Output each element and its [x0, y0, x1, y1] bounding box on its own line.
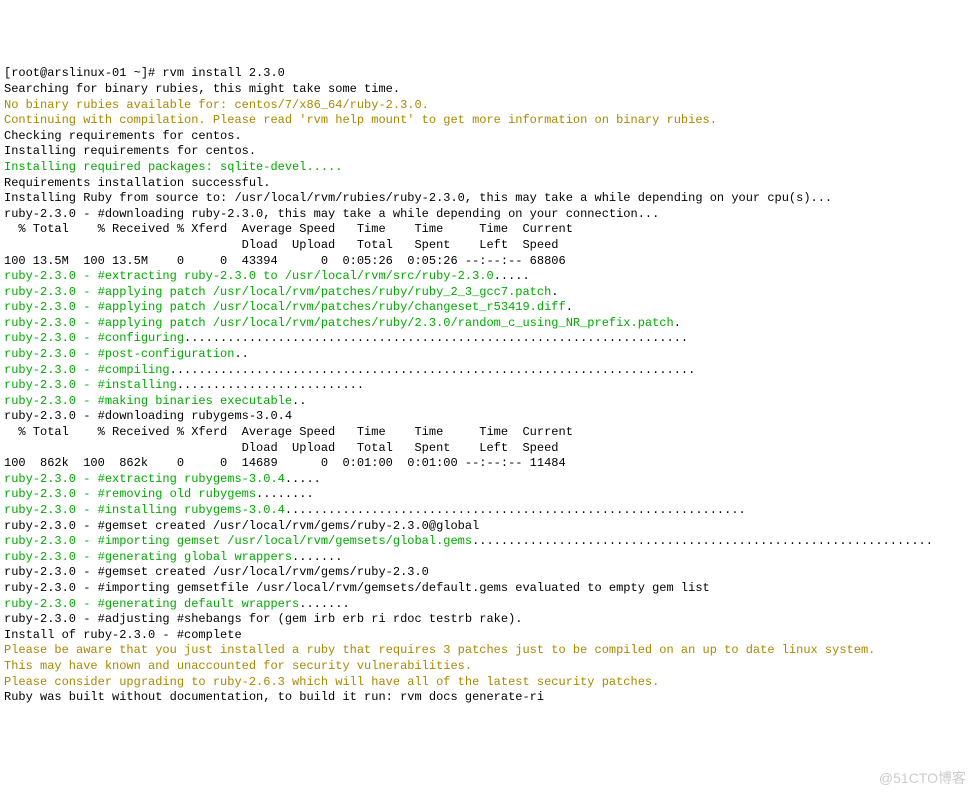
terminal-text-green: ruby-2.3.0 - #compiling [4, 363, 170, 377]
terminal-line: This may have known and unaccounted for … [4, 659, 974, 675]
terminal-line: ruby-2.3.0 - #downloading rubygems-3.0.4 [4, 409, 974, 425]
terminal-line: Searching for binary rubies, this might … [4, 82, 974, 98]
terminal-line: ruby-2.3.0 - #extracting ruby-2.3.0 to /… [4, 269, 974, 285]
terminal-line: ruby-2.3.0 - #removing old rubygems.....… [4, 487, 974, 503]
terminal-line: Dload Upload Total Spent Left Speed [4, 441, 974, 457]
terminal-line: Checking requirements for centos. [4, 129, 974, 145]
terminal-line: ruby-2.3.0 - #importing gemset /usr/loca… [4, 534, 974, 550]
terminal-text: . [674, 316, 681, 330]
terminal-line: ruby-2.3.0 - #generating default wrapper… [4, 597, 974, 613]
terminal-text: . [551, 285, 558, 299]
terminal-line: ruby-2.3.0 - #importing gemsetfile /usr/… [4, 581, 974, 597]
terminal-text: ....... [299, 597, 349, 611]
terminal-line: ruby-2.3.0 - #installing rubygems-3.0.4.… [4, 503, 974, 519]
terminal-line: ruby-2.3.0 - #compiling.................… [4, 363, 974, 379]
terminal-line: ruby-2.3.0 - #configuring...............… [4, 331, 974, 347]
terminal-text: ....... [292, 550, 342, 564]
terminal-text-green: ruby-2.3.0 - #generating global wrappers [4, 550, 292, 564]
terminal-text-green: ruby-2.3.0 - #extracting rubygems-3.0.4 [4, 472, 285, 486]
terminal-text: ........................................… [170, 363, 696, 377]
terminal-text-green: ruby-2.3.0 - #applying patch /usr/local/… [4, 300, 566, 314]
terminal-text-green: ruby-2.3.0 - #applying patch /usr/local/… [4, 285, 551, 299]
terminal-line: ruby-2.3.0 - #extracting rubygems-3.0.4.… [4, 472, 974, 488]
terminal-text: ..... [494, 269, 530, 283]
terminal-text-green: ruby-2.3.0 - #making binaries executable [4, 394, 292, 408]
terminal-text: ........................................… [184, 331, 688, 345]
terminal-output: [root@arslinux-01 ~]# rvm install 2.3.0S… [4, 66, 974, 705]
terminal-text-green: ruby-2.3.0 - #post-configuration [4, 347, 234, 361]
terminal-line: Dload Upload Total Spent Left Speed [4, 238, 974, 254]
terminal-text: .......................... [177, 378, 364, 392]
terminal-line: ruby-2.3.0 - #applying patch /usr/local/… [4, 300, 974, 316]
terminal-line: ruby-2.3.0 - #generating global wrappers… [4, 550, 974, 566]
terminal-line: ruby-2.3.0 - #applying patch /usr/local/… [4, 285, 974, 301]
terminal-line: ruby-2.3.0 - #adjusting #shebangs for (g… [4, 612, 974, 628]
terminal-text: . [566, 300, 573, 314]
terminal-line: Installing Ruby from source to: /usr/loc… [4, 191, 974, 207]
terminal-text-green: ruby-2.3.0 - #removing old rubygems [4, 487, 256, 501]
terminal-text-green: ruby-2.3.0 - #installing rubygems-3.0.4 [4, 503, 285, 517]
terminal-text-green: ruby-2.3.0 - #generating default wrapper… [4, 597, 299, 611]
terminal-line: ruby-2.3.0 - #gemset created /usr/local/… [4, 519, 974, 535]
watermark: @51CTO博客 [879, 769, 966, 787]
terminal-line: ruby-2.3.0 - #post-configuration.. [4, 347, 974, 363]
terminal-line: % Total % Received % Xferd Average Speed… [4, 222, 974, 238]
terminal-text: .. [292, 394, 306, 408]
terminal-line: No binary rubies available for: centos/7… [4, 98, 974, 114]
terminal-text: ........................................… [285, 503, 746, 517]
terminal-line: 100 862k 100 862k 0 0 14689 0 0:01:00 0:… [4, 456, 974, 472]
terminal-text: ..... [285, 472, 321, 486]
terminal-line: % Total % Received % Xferd Average Speed… [4, 425, 974, 441]
terminal-line: ruby-2.3.0 - #making binaries executable… [4, 394, 974, 410]
terminal-text: ........................................… [472, 534, 933, 548]
terminal-line: Installing requirements for centos. [4, 144, 974, 160]
terminal-line: ruby-2.3.0 - #installing................… [4, 378, 974, 394]
terminal-text: .. [234, 347, 248, 361]
terminal-text-green: ruby-2.3.0 - #importing gemset /usr/loca… [4, 534, 472, 548]
terminal-line: Install of ruby-2.3.0 - #complete [4, 628, 974, 644]
terminal-text: ........ [256, 487, 314, 501]
terminal-line: 100 13.5M 100 13.5M 0 0 43394 0 0:05:26 … [4, 254, 974, 270]
terminal-line: Ruby was built without documentation, to… [4, 690, 974, 706]
terminal-line: Please be aware that you just installed … [4, 643, 974, 659]
terminal-text-green: ruby-2.3.0 - #applying patch /usr/local/… [4, 316, 674, 330]
terminal-text-green: ruby-2.3.0 - #extracting ruby-2.3.0 to /… [4, 269, 494, 283]
terminal-line: Please consider upgrading to ruby-2.6.3 … [4, 675, 974, 691]
terminal-line: Requirements installation successful. [4, 176, 974, 192]
terminal-line: ruby-2.3.0 - #downloading ruby-2.3.0, th… [4, 207, 974, 223]
terminal-line: Installing required packages: sqlite-dev… [4, 160, 974, 176]
terminal-text-green: ruby-2.3.0 - #configuring [4, 331, 184, 345]
terminal-line: Continuing with compilation. Please read… [4, 113, 974, 129]
terminal-text-green: ruby-2.3.0 - #installing [4, 378, 177, 392]
terminal-line: ruby-2.3.0 - #applying patch /usr/local/… [4, 316, 974, 332]
terminal-line: ruby-2.3.0 - #gemset created /usr/local/… [4, 565, 974, 581]
terminal-line: [root@arslinux-01 ~]# rvm install 2.3.0 [4, 66, 974, 82]
